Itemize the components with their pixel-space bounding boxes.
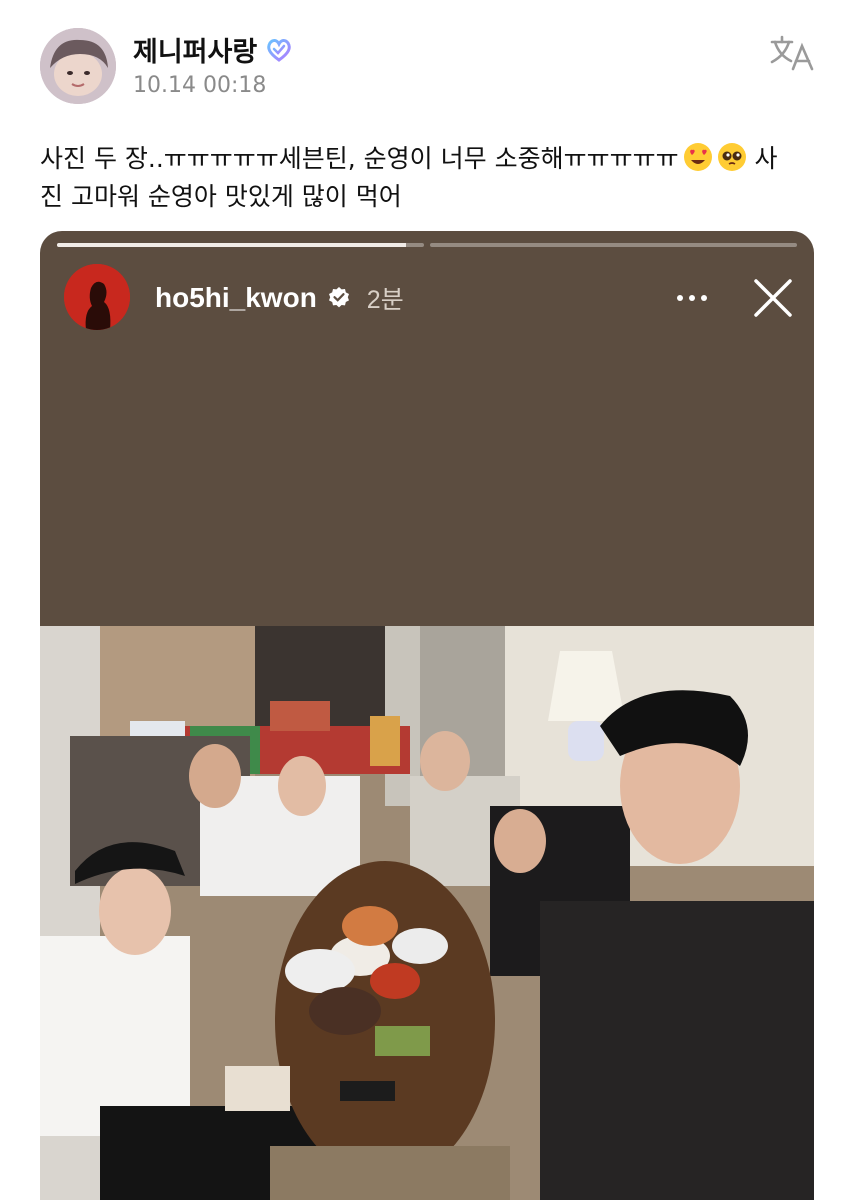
username-text: 제니퍼사랑 bbox=[133, 37, 258, 68]
heart-badge-icon bbox=[267, 38, 291, 62]
story-time: 2분 bbox=[366, 286, 404, 314]
username[interactable]: 제니퍼사랑 bbox=[133, 30, 293, 69]
more-options-icon[interactable] bbox=[672, 283, 712, 313]
pleading-face-emoji-icon bbox=[717, 143, 746, 171]
post-header: 제니퍼사랑 10.14 00:18 bbox=[0, 0, 855, 120]
post-text-main: 사진 두 장..ㅠㅠㅠㅠㅠ세븐틴, 순영이 너무 소중해ㅠㅠㅠㅠㅠ bbox=[40, 144, 679, 173]
story-photo bbox=[40, 626, 814, 1200]
story-progress-segment bbox=[57, 243, 424, 247]
story-username: ho5hi_kwon bbox=[155, 282, 317, 313]
post-body: 사진 두 장..ㅠㅠㅠㅠㅠ세븐틴, 순영이 너무 소중해ㅠㅠㅠㅠㅠ 사진 고마워… bbox=[40, 140, 800, 216]
story-progress-segment bbox=[430, 243, 797, 247]
story-progress bbox=[57, 243, 797, 247]
post-timestamp: 10.14 00:18 bbox=[133, 73, 267, 98]
heart-eyes-emoji-icon bbox=[683, 143, 712, 171]
translate-icon[interactable] bbox=[769, 33, 815, 73]
story-user-row[interactable]: ho5hi_kwon 2분 bbox=[155, 280, 404, 316]
verified-check-icon bbox=[328, 287, 349, 308]
close-icon[interactable] bbox=[750, 275, 796, 321]
user-avatar[interactable] bbox=[40, 28, 116, 104]
story-avatar[interactable] bbox=[64, 264, 130, 330]
story-card[interactable]: ho5hi_kwon 2분 bbox=[40, 231, 814, 1200]
